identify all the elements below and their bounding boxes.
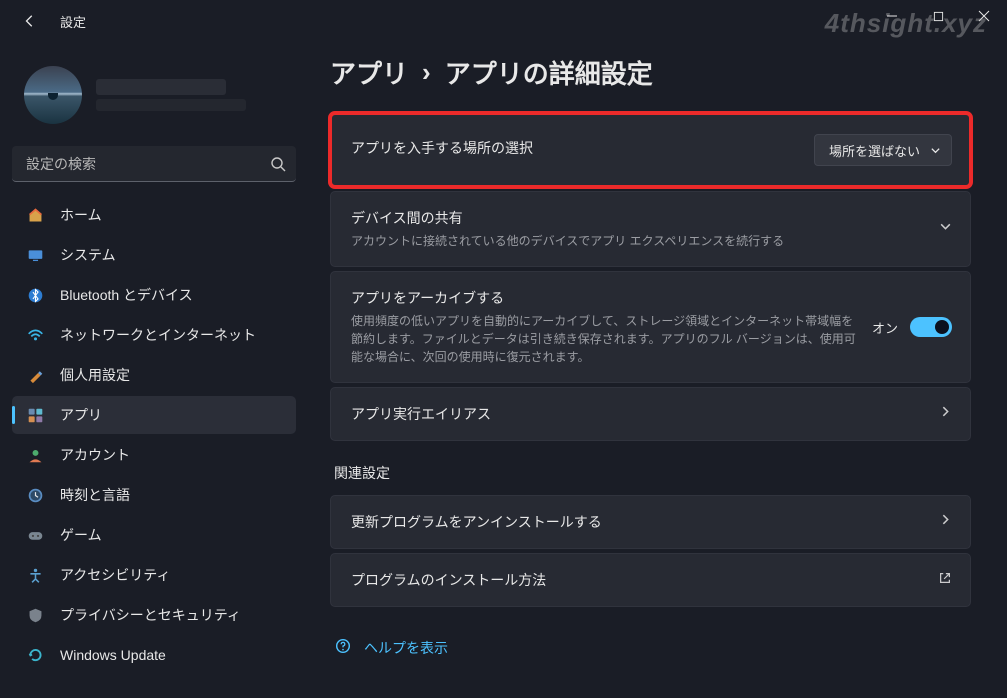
- toggle-label: オン: [872, 318, 898, 337]
- home-icon: [26, 206, 44, 224]
- window-controls: [869, 0, 1007, 32]
- system-icon: [26, 246, 44, 264]
- sidebar-item-update[interactable]: Windows Update: [12, 636, 296, 674]
- sidebar-item-system[interactable]: システム: [12, 236, 296, 274]
- time-icon: [26, 486, 44, 504]
- card-app-aliases[interactable]: アプリ実行エイリアス: [330, 387, 971, 441]
- minimize-icon: [886, 10, 898, 22]
- card-archive-apps[interactable]: アプリをアーカイブする 使用頻度の低いアプリを自動的にアーカイブして、ストレージ…: [330, 271, 971, 383]
- related-settings-label: 関連設定: [334, 463, 971, 483]
- titlebar: 設定: [0, 0, 1007, 42]
- breadcrumb-separator: ›: [422, 57, 431, 88]
- apps-icon: [26, 406, 44, 424]
- accessibility-icon: [26, 566, 44, 584]
- sidebar-item-personalization[interactable]: 個人用設定: [12, 356, 296, 394]
- card-title: 更新プログラムをアンインストールする: [351, 512, 925, 532]
- sidebar: 設定の検索 ホーム システム Bluetooth とデバイス: [0, 42, 310, 698]
- help-icon: [334, 637, 352, 658]
- search-placeholder: 設定の検索: [26, 154, 270, 174]
- profile-block[interactable]: [8, 50, 300, 144]
- sidebar-item-bluetooth[interactable]: Bluetooth とデバイス: [12, 276, 296, 314]
- sidebar-item-home[interactable]: ホーム: [12, 196, 296, 234]
- sidebar-item-label: 個人用設定: [60, 365, 130, 385]
- close-icon: [978, 10, 990, 22]
- chevron-down-icon: [930, 145, 941, 156]
- maximize-icon: [933, 11, 944, 22]
- breadcrumb-current: アプリの詳細設定: [445, 54, 653, 91]
- sidebar-item-label: ホーム: [60, 205, 102, 225]
- card-description: 使用頻度の低いアプリを自動的にアーカイブして、ストレージ領域とインターネット帯域…: [351, 312, 858, 366]
- sidebar-item-label: ゲーム: [60, 525, 102, 545]
- window-title: 設定: [60, 12, 86, 31]
- app-source-select[interactable]: 場所を選ばない: [814, 134, 952, 166]
- minimize-button[interactable]: [869, 0, 915, 32]
- main-content: アプリ › アプリの詳細設定 アプリを入手する場所の選択 場所を選ばない デバイ…: [310, 42, 1007, 698]
- card-title: デバイス間の共有: [351, 208, 925, 228]
- card-app-source[interactable]: アプリを入手する場所の選択 場所を選ばない: [330, 113, 971, 187]
- accounts-icon: [26, 446, 44, 464]
- sidebar-item-network[interactable]: ネットワークとインターネット: [12, 316, 296, 354]
- avatar: [24, 66, 82, 124]
- card-description: アカウントに接続されている他のデバイスでアプリ エクスペリエンスを続行する: [351, 232, 925, 250]
- bluetooth-icon: [26, 286, 44, 304]
- network-icon: [26, 326, 44, 344]
- sidebar-item-label: Bluetooth とデバイス: [60, 285, 193, 305]
- profile-text: [96, 79, 246, 111]
- sidebar-item-label: 時刻と言語: [60, 485, 130, 505]
- chevron-down-icon: [939, 220, 952, 238]
- sidebar-item-apps[interactable]: アプリ: [12, 396, 296, 434]
- open-external-icon: [938, 571, 952, 590]
- profile-name-redacted: [96, 79, 226, 95]
- sidebar-item-privacy[interactable]: プライバシーとセキュリティ: [12, 596, 296, 634]
- arrow-left-icon: [23, 14, 37, 28]
- sidebar-item-label: ネットワークとインターネット: [60, 325, 256, 345]
- sidebar-item-label: プライバシーとセキュリティ: [60, 605, 241, 625]
- help-link[interactable]: ヘルプを表示: [330, 637, 971, 658]
- breadcrumb: アプリ › アプリの詳細設定: [330, 54, 971, 91]
- nav-list: ホーム システム Bluetooth とデバイス ネットワークとインターネット …: [8, 194, 300, 690]
- privacy-icon: [26, 606, 44, 624]
- sidebar-item-label: システム: [60, 245, 116, 265]
- card-share-across-devices[interactable]: デバイス間の共有 アカウントに接続されている他のデバイスでアプリ エクスペリエン…: [330, 191, 971, 267]
- search-icon: [270, 156, 286, 172]
- back-button[interactable]: [18, 9, 42, 33]
- sidebar-item-time[interactable]: 時刻と言語: [12, 476, 296, 514]
- card-install-method[interactable]: プログラムのインストール方法: [330, 553, 971, 607]
- sidebar-item-label: アカウント: [60, 445, 130, 465]
- chevron-right-icon: [939, 405, 952, 423]
- card-title: プログラムのインストール方法: [351, 570, 924, 590]
- maximize-button[interactable]: [915, 0, 961, 32]
- archive-toggle-group: オン: [872, 317, 952, 337]
- sidebar-item-accounts[interactable]: アカウント: [12, 436, 296, 474]
- personalize-icon: [26, 366, 44, 384]
- help-label: ヘルプを表示: [364, 638, 448, 658]
- close-button[interactable]: [961, 0, 1007, 32]
- archive-toggle[interactable]: [910, 317, 952, 337]
- card-title: アプリを入手する場所の選択: [351, 138, 800, 158]
- select-value: 場所を選ばない: [829, 141, 920, 160]
- sidebar-item-label: アクセシビリティ: [60, 565, 170, 585]
- profile-email-redacted: [96, 99, 246, 111]
- search-input[interactable]: 設定の検索: [12, 146, 296, 182]
- card-title: アプリをアーカイブする: [351, 288, 858, 308]
- gaming-icon: [26, 526, 44, 544]
- chevron-right-icon: [939, 513, 952, 531]
- card-title: アプリ実行エイリアス: [351, 404, 925, 424]
- sidebar-item-gaming[interactable]: ゲーム: [12, 516, 296, 554]
- sidebar-item-accessibility[interactable]: アクセシビリティ: [12, 556, 296, 594]
- card-uninstall-updates[interactable]: 更新プログラムをアンインストールする: [330, 495, 971, 549]
- sidebar-item-label: アプリ: [60, 405, 102, 425]
- breadcrumb-parent[interactable]: アプリ: [330, 54, 408, 91]
- update-icon: [26, 646, 44, 664]
- sidebar-item-label: Windows Update: [60, 647, 166, 663]
